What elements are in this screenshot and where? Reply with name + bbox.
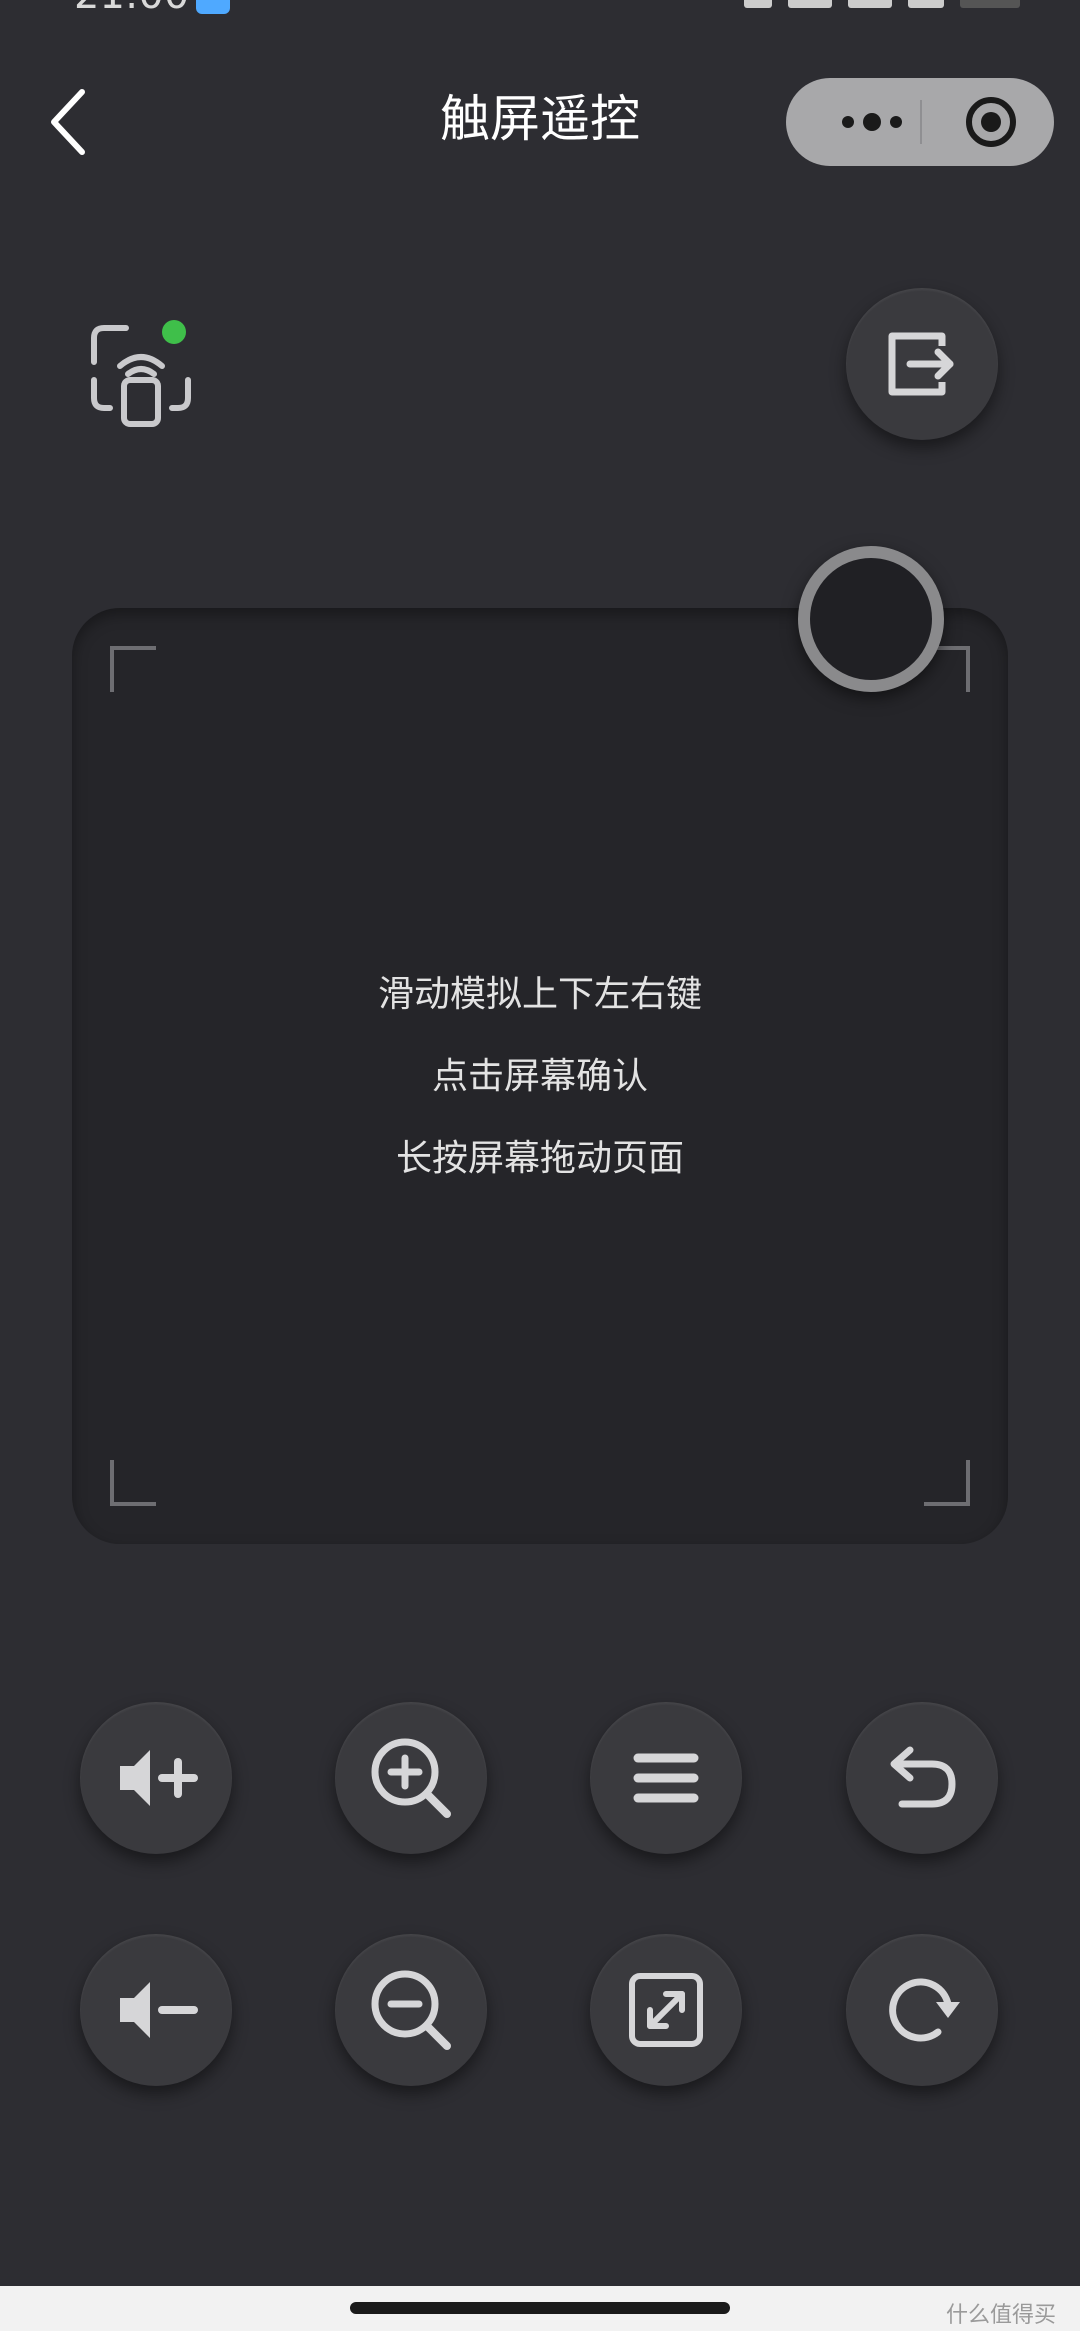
app-notification-icon bbox=[196, 0, 230, 14]
cast-remote-icon[interactable] bbox=[86, 318, 196, 428]
undo-icon bbox=[890, 1746, 956, 1808]
home-indicator[interactable] bbox=[350, 2302, 730, 2314]
watermark: 什么值得买 bbox=[946, 2303, 1057, 2328]
touchpad-hint-swipe: 滑动模拟上下左右键 bbox=[377, 974, 702, 1015]
refresh-button[interactable] bbox=[846, 1934, 998, 2086]
zoom-out-icon bbox=[371, 1970, 451, 2050]
touchpad-area[interactable]: 滑动模拟上下左右键 点击屏幕确认 长按屏幕拖动页面 bbox=[72, 608, 1008, 1544]
corner-mark bbox=[110, 646, 156, 692]
exit-icon bbox=[888, 332, 954, 396]
volume-up-icon bbox=[120, 1750, 198, 1806]
touch-cursor-indicator bbox=[798, 546, 944, 692]
bell-icon bbox=[744, 0, 772, 8]
connected-indicator bbox=[162, 320, 186, 344]
battery-icon bbox=[960, 0, 1020, 8]
touchpad-hint-tap: 点击屏幕确认 bbox=[431, 1056, 648, 1097]
signal-icon-2 bbox=[848, 0, 892, 8]
corner-mark bbox=[924, 1460, 970, 1506]
menu-button[interactable] bbox=[590, 1702, 742, 1854]
touchpad-hint-long-press: 长按屏幕拖动页面 bbox=[395, 1138, 684, 1179]
fullscreen-button[interactable] bbox=[590, 1934, 742, 2086]
fullscreen-icon bbox=[629, 1973, 703, 2047]
menu-icon bbox=[633, 1753, 699, 1803]
zoom-in-button[interactable] bbox=[335, 1702, 487, 1854]
page-title: 触屏遥控 bbox=[440, 90, 640, 148]
more-dots-icon[interactable] bbox=[828, 102, 918, 142]
status-indicators bbox=[744, 0, 1020, 14]
target-icon[interactable] bbox=[946, 94, 1036, 150]
zoom-in-icon bbox=[371, 1738, 451, 1818]
mini-program-capsule bbox=[786, 78, 1054, 166]
status-time: 21:00 bbox=[74, 0, 189, 18]
zoom-out-button[interactable] bbox=[335, 1934, 487, 2086]
signal-icon bbox=[788, 0, 832, 8]
chevron-left-icon bbox=[51, 89, 85, 155]
touch-remote-screen: 21:00 触屏遥控 bbox=[0, 0, 1080, 2331]
volume-down-icon bbox=[120, 1982, 198, 2038]
volume-down-button[interactable] bbox=[80, 1934, 232, 2086]
refresh-icon bbox=[889, 1978, 960, 2042]
corner-mark bbox=[110, 1460, 156, 1506]
status-bar: 21:00 bbox=[0, 0, 1080, 20]
back-button[interactable] bbox=[40, 84, 100, 160]
wifi-icon bbox=[908, 0, 944, 8]
exit-button[interactable] bbox=[846, 288, 998, 440]
volume-up-button[interactable] bbox=[80, 1702, 232, 1854]
capsule-divider bbox=[920, 100, 922, 144]
back-nav-button[interactable] bbox=[846, 1702, 998, 1854]
